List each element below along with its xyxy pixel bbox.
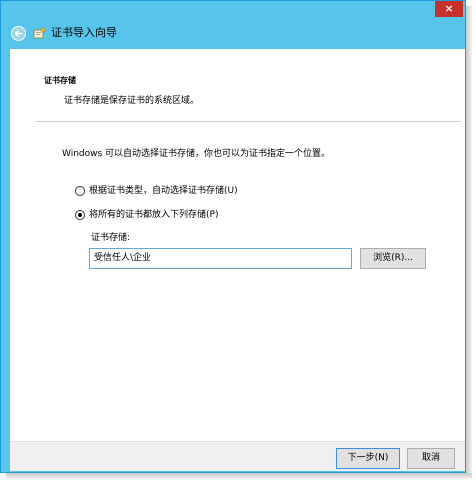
radio-manual-label: 将所有的证书都放入下列存储(P) xyxy=(89,210,219,220)
wizard-window: × 证书导入向导 证书存储 证书存储是保存证书的系统区域。 Windows 可以… xyxy=(0,0,466,473)
radio-button-manual[interactable] xyxy=(75,210,85,220)
certificate-wizard-icon xyxy=(33,27,46,39)
back-arrow-icon xyxy=(14,30,22,37)
close-button[interactable]: × xyxy=(435,1,463,17)
window-shadow-bottom xyxy=(6,473,472,479)
wizard-footer: 下一步(N) 取消 xyxy=(10,441,465,471)
section-title: 证书存储 xyxy=(44,76,76,85)
wizard-title: 证书导入向导 xyxy=(51,26,117,39)
close-icon: × xyxy=(444,2,454,15)
browse-button[interactable]: 浏览(R)... xyxy=(360,248,426,269)
radio-button-auto[interactable] xyxy=(75,186,85,196)
wizard-content: 证书存储 证书存储是保存证书的系统区域。 Windows 可以自动选择证书存储，… xyxy=(10,49,465,441)
next-button[interactable]: 下一步(N) xyxy=(336,448,400,469)
window-shadow-right xyxy=(466,6,472,477)
radio-manual-store[interactable]: 将所有的证书都放入下列存储(P) xyxy=(75,209,218,221)
cancel-button[interactable]: 取消 xyxy=(407,448,455,469)
store-label: 证书存储: xyxy=(91,233,131,243)
header-divider xyxy=(36,121,461,122)
back-button[interactable] xyxy=(11,26,26,41)
radio-auto-select[interactable]: 根据证书类型，自动选择证书存储(U) xyxy=(75,185,238,197)
radio-auto-label: 根据证书类型，自动选择证书存储(U) xyxy=(89,186,238,196)
intro-text: Windows 可以自动选择证书存储，你也可以为证书指定一个位置。 xyxy=(62,149,331,159)
store-field[interactable]: 受信任人\企业 xyxy=(89,248,352,269)
section-description: 证书存储是保存证书的系统区域。 xyxy=(64,96,200,106)
